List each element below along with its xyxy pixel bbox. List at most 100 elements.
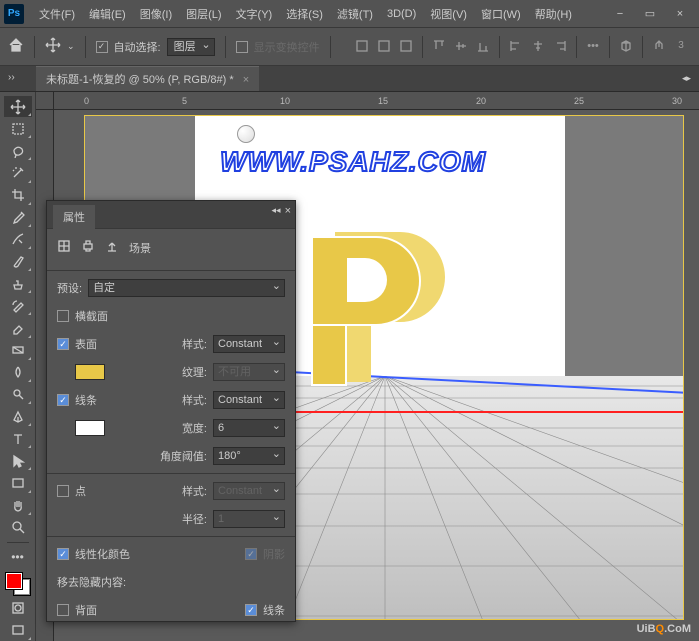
menu-file[interactable]: 文件(F) [32, 2, 82, 26]
window-minimize-button[interactable]: − [605, 4, 635, 24]
align-top-icon[interactable] [429, 36, 449, 56]
align-right-icon[interactable] [550, 36, 570, 56]
history-brush-tool[interactable] [4, 295, 32, 316]
surface-style-dropdown[interactable]: Constant [213, 335, 285, 353]
healing-brush-tool[interactable] [4, 229, 32, 250]
blur-tool[interactable] [4, 362, 32, 383]
align-hcenter-icon[interactable] [528, 36, 548, 56]
surface-color-swatch[interactable] [75, 364, 105, 380]
lines-color-swatch[interactable] [75, 420, 105, 436]
gradient-tool[interactable] [4, 340, 32, 361]
shadow-checkbox [245, 548, 257, 560]
texture-dropdown: 不可用 [213, 363, 285, 381]
panel-tab-properties[interactable]: 属性 [53, 205, 95, 229]
print-icon[interactable] [81, 239, 95, 256]
linearize-colors-checkbox[interactable] [57, 548, 69, 560]
auto-select-checkbox[interactable] [96, 41, 108, 53]
pen-tool[interactable] [4, 406, 32, 427]
ruler-tick: 25 [574, 96, 584, 106]
auto-select-target-dropdown[interactable]: 图层 [167, 38, 215, 56]
magic-wand-tool[interactable] [4, 162, 32, 183]
3d-text-front-face[interactable] [311, 236, 471, 406]
lines-style-label: 样式: [159, 392, 207, 408]
chevron-down-icon[interactable]: ⌄ [67, 41, 75, 52]
document-tab-bar: ›› 未标题-1-恢复的 @ 50% (P, RGB/8#) * × ◂▸ [0, 66, 699, 92]
tab-close-icon[interactable]: × [243, 74, 249, 86]
panel-icon-strip: 场景 [57, 235, 285, 264]
crop-tool[interactable] [4, 185, 32, 206]
menu-layer[interactable]: 图层(L) [179, 2, 228, 26]
tool-bar: ••• [0, 92, 36, 641]
color-swatches[interactable] [4, 571, 32, 597]
lines-style-dropdown[interactable]: Constant [213, 391, 285, 409]
surface-label: 表面 [75, 336, 97, 352]
eyedropper-tool[interactable] [4, 207, 32, 228]
menu-3d[interactable]: 3D(D) [380, 4, 423, 24]
foreground-color-swatch[interactable] [6, 573, 22, 589]
align-bottom-icon[interactable] [473, 36, 493, 56]
type-tool[interactable] [4, 428, 32, 449]
more-options-icon[interactable]: ••• [583, 36, 603, 56]
window-close-button[interactable]: × [665, 4, 695, 24]
menu-window[interactable]: 窗口(W) [474, 2, 528, 26]
collapse-left-icon[interactable]: ›› [8, 72, 15, 83]
ruler-tick: 5 [182, 96, 187, 106]
chevron-toggle-icon[interactable]: ◂▸ [678, 69, 695, 88]
move-tool[interactable] [4, 96, 32, 117]
align-2-icon[interactable] [374, 36, 394, 56]
align-3-icon[interactable] [396, 36, 416, 56]
zoom-tool[interactable] [4, 517, 32, 538]
menu-image[interactable]: 图像(I) [133, 2, 179, 26]
watermark-text: WWW.PSAHZ.COM [220, 146, 486, 178]
marquee-tool[interactable] [4, 118, 32, 139]
menu-type[interactable]: 文字(Y) [229, 2, 280, 26]
ruler-origin[interactable] [36, 92, 54, 110]
points-checkbox[interactable] [57, 485, 69, 497]
menu-filter[interactable]: 滤镜(T) [330, 2, 380, 26]
home-icon[interactable] [8, 37, 24, 56]
show-transform-checkbox[interactable] [236, 41, 248, 53]
menu-select[interactable]: 选择(S) [279, 2, 330, 26]
page-watermark: UiBQ.CoM [637, 619, 691, 637]
menu-help[interactable]: 帮助(H) [528, 2, 579, 26]
panel-collapse-icon[interactable]: ◂◂ [272, 205, 281, 217]
brush-tool[interactable] [4, 251, 32, 272]
align-left-icon[interactable] [506, 36, 526, 56]
backface-checkbox[interactable] [57, 604, 69, 616]
hand-tool[interactable] [4, 495, 32, 516]
width-input[interactable] [213, 419, 285, 437]
lines-hidden-checkbox[interactable] [245, 604, 257, 616]
lines-hidden-label: 线条 [263, 602, 285, 618]
align-1-icon[interactable] [352, 36, 372, 56]
horizontal-ruler[interactable]: 0 5 10 15 20 25 30 [54, 92, 699, 110]
document-tab[interactable]: 未标题-1-恢复的 @ 50% (P, RGB/8#) * × [36, 66, 259, 91]
dodge-tool[interactable] [4, 384, 32, 405]
3d-mode-icon[interactable] [616, 36, 636, 56]
quick-mask-icon[interactable] [4, 598, 32, 619]
shadow-label: 阴影 [263, 546, 285, 562]
lines-checkbox[interactable] [57, 394, 69, 406]
move-tool-icon[interactable] [45, 37, 61, 56]
cross-section-checkbox[interactable] [57, 310, 69, 322]
rectangle-tool[interactable] [4, 472, 32, 493]
menu-edit[interactable]: 编辑(E) [82, 2, 133, 26]
lasso-tool[interactable] [4, 140, 32, 161]
menu-view[interactable]: 视图(V) [423, 2, 474, 26]
eraser-tool[interactable] [4, 317, 32, 338]
align-vcenter-icon[interactable] [451, 36, 471, 56]
coordinates-icon[interactable] [105, 239, 119, 256]
screen-mode-icon[interactable] [4, 620, 32, 641]
surface-checkbox[interactable] [57, 338, 69, 350]
mesh-icon[interactable] [57, 239, 71, 256]
angle-threshold-input[interactable] [213, 447, 285, 465]
window-restore-button[interactable]: ▭ [635, 4, 665, 24]
clone-stamp-tool[interactable] [4, 273, 32, 294]
path-selection-tool[interactable] [4, 450, 32, 471]
surface-style-label: 样式: [159, 336, 207, 352]
panel-close-icon[interactable]: × [285, 205, 291, 217]
radius-label: 半径: [159, 511, 207, 527]
edit-toolbar-icon[interactable]: ••• [4, 547, 32, 568]
width-label: 宽度: [159, 420, 207, 436]
preset-dropdown[interactable]: 自定 [88, 279, 285, 297]
share-icon[interactable] [649, 36, 669, 56]
